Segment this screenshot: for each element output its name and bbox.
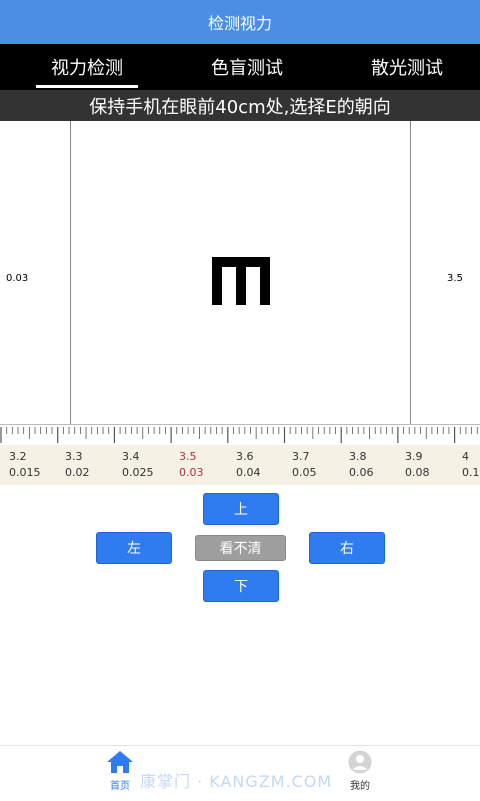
- acuity-ruler[interactable]: [0, 424, 480, 445]
- right-guide-line: [410, 121, 411, 424]
- left-guide-line: [70, 121, 71, 424]
- scale-column-current: 3.5 0.03: [179, 449, 204, 481]
- left-button[interactable]: 左: [96, 532, 172, 564]
- tab-label: 散光测试: [371, 58, 443, 79]
- optotype-e: [212, 257, 270, 305]
- instruction-text: 保持手机在眼前40cm处,选择E的朝向: [89, 96, 391, 118]
- tab-bar: 视力检测 色盲测试 散光测试: [0, 44, 480, 90]
- nav-home-label: 首页: [110, 781, 130, 792]
- tab-vision-test[interactable]: 视力检测: [36, 44, 138, 90]
- scale-log-value: 3.6: [236, 450, 254, 463]
- watermark: 康掌门 · KANGZM.COM: [140, 772, 333, 791]
- down-button[interactable]: 下: [203, 570, 279, 602]
- up-button-label: 上: [234, 502, 248, 518]
- left-button-label: 左: [127, 541, 141, 557]
- scale-column: 3.7 0.05: [292, 449, 317, 481]
- scale-log-value: 3.7: [292, 450, 310, 463]
- tab-astigmatism-test[interactable]: 散光测试: [356, 44, 458, 90]
- scale-column: 3.3 0.02: [65, 449, 90, 481]
- scale-column: 3.2 0.015: [9, 449, 41, 481]
- scale-log-value: 4: [462, 450, 469, 463]
- scale-decimal-value: 0.08: [405, 466, 430, 479]
- app-title-bar: 检测视力: [0, 0, 480, 44]
- scale-column: 3.4 0.025: [122, 449, 154, 481]
- scale-decimal-value: 0.015: [9, 466, 41, 479]
- scale-decimal-value: 0.04: [236, 466, 261, 479]
- up-button[interactable]: 上: [203, 493, 279, 525]
- scale-log-value: 3.4: [122, 450, 140, 463]
- scale-column: 4 0.1: [462, 449, 480, 481]
- right-button[interactable]: 右: [309, 532, 385, 564]
- user-icon: [346, 750, 374, 777]
- nav-mine-label: 我的: [350, 781, 370, 792]
- instruction-banner: 保持手机在眼前40cm处,选择E的朝向: [0, 90, 480, 121]
- scale-log-value: 3.8: [349, 450, 367, 463]
- log-acuity-label: 3.5: [447, 273, 463, 284]
- scale-column: 3.6 0.04: [236, 449, 261, 481]
- scale-log-value: 3.9: [405, 450, 423, 463]
- scale-decimal-value: 0.025: [122, 466, 154, 479]
- home-icon: [106, 750, 134, 777]
- page-title: 检测视力: [207, 14, 272, 33]
- cannot-see-button-label: 看不清: [219, 541, 262, 557]
- right-button-label: 右: [340, 541, 354, 557]
- nav-mine[interactable]: 我的: [330, 750, 390, 792]
- scale-column: 3.8 0.06: [349, 449, 374, 481]
- scale-decimal-value: 0.06: [349, 466, 374, 479]
- scale-decimal-value: 0.05: [292, 466, 317, 479]
- scale-decimal-value: 0.03: [179, 466, 204, 479]
- tab-color-blind-test[interactable]: 色盲测试: [196, 44, 298, 90]
- scale-column: 3.9 0.08: [405, 449, 430, 481]
- scale-log-value: 3.3: [65, 450, 83, 463]
- scale-log-value: 3.5: [179, 450, 197, 463]
- scale-decimal-value: 0.1: [462, 466, 480, 479]
- acuity-scale: 3.2 0.015 3.3 0.02 3.4 0.025 3.5 0.03 3.…: [0, 445, 480, 485]
- tab-label: 色盲测试: [211, 58, 283, 79]
- scale-decimal-value: 0.02: [65, 466, 90, 479]
- down-button-label: 下: [234, 579, 248, 595]
- scale-log-value: 3.2: [9, 450, 27, 463]
- decimal-acuity-label: 0.03: [6, 273, 29, 284]
- cannot-see-button[interactable]: 看不清: [195, 535, 286, 561]
- tab-label: 视力检测: [51, 58, 123, 79]
